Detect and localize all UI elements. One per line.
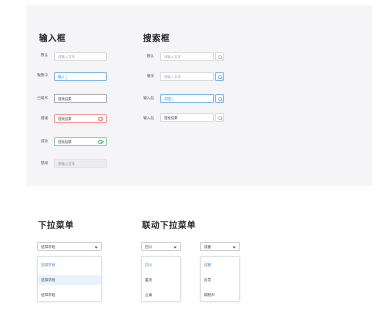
province-option[interactable]: 四川 (142, 260, 180, 270)
cascade-section-title: 联动下拉菜单 (142, 221, 197, 231)
search-label-typing: 输入后 (143, 96, 154, 100)
city-dropdown-value: 成都 (204, 245, 212, 249)
search-label-result: 输入后 (143, 116, 154, 120)
province-dropdown-menu: 四川 重庆 云南 (141, 256, 181, 302)
city-option[interactable]: 自贡 (201, 275, 239, 285)
search-button-hover[interactable] (215, 72, 224, 81)
input-success-text: 搜索结果 (58, 140, 72, 144)
search-icon (218, 75, 223, 80)
input-focus[interactable]: 输入 | (54, 72, 107, 81)
input-filled[interactable]: 搜索结果 (54, 94, 107, 103)
search-icon (218, 116, 223, 121)
input-disabled: 禁输入文本 (54, 159, 107, 168)
error-icon (98, 116, 103, 122)
input-label-error: 错误 (40, 116, 48, 120)
search-section-title: 搜索框 (143, 34, 171, 44)
province-option[interactable]: 云南 (142, 290, 180, 300)
province-dropdown-value: 四川 (145, 245, 153, 249)
search-label-hover: 悬浮 (146, 74, 154, 78)
search-button-result[interactable] (215, 113, 224, 122)
province-dropdown[interactable]: 四川 (141, 242, 181, 251)
search-button-default[interactable] (215, 52, 224, 61)
city-option[interactable]: 成都 (201, 260, 239, 270)
city-dropdown-menu: 成都 自贡 绵阳市 (200, 256, 240, 302)
search-input-hover[interactable]: 请输入文本 (160, 72, 214, 81)
chevron-down-icon (173, 245, 177, 249)
input-label-disabled: 禁用 (40, 161, 48, 165)
city-option[interactable]: 绵阳市 (201, 290, 239, 300)
input-label-default: 默认 (40, 53, 48, 57)
city-dropdown[interactable]: 成都 (200, 242, 240, 251)
input-label-filled: 已填写 (37, 96, 48, 100)
input-success[interactable]: 搜索结果 (54, 137, 107, 146)
search-input-default[interactable]: 请输入文本 (160, 52, 214, 61)
input-error[interactable]: 搜索结果 (54, 114, 107, 123)
dropdown-section-title: 下拉菜单 (38, 221, 75, 231)
search-input-typing[interactable]: 中国 | (160, 94, 214, 103)
chevron-down-icon (232, 245, 236, 249)
input-label-success: 成功 (40, 139, 48, 143)
grade-option[interactable]: 选择学段 (38, 260, 101, 270)
search-button-typing[interactable] (215, 94, 224, 103)
grade-option[interactable]: 选择学段 (38, 290, 101, 300)
search-label-default: 默认 (146, 54, 154, 58)
check-icon (98, 139, 103, 145)
search-input-result[interactable]: 搜索结果 (160, 113, 214, 122)
grade-option[interactable]: 选择学段 (38, 275, 101, 285)
chevron-down-icon (94, 245, 98, 249)
search-icon (218, 97, 223, 102)
input-section-title: 输入框 (39, 34, 67, 44)
grade-dropdown[interactable]: 选择学段 (37, 242, 102, 251)
search-icon (218, 55, 223, 60)
input-error-text: 搜索结果 (58, 117, 72, 121)
province-option[interactable]: 重庆 (142, 275, 180, 285)
input-label-focus: 聚焦中 (37, 73, 48, 77)
input-default[interactable]: 请输入文本 (54, 52, 107, 61)
grade-dropdown-menu: 选择学段 选择学段 选择学段 (37, 256, 102, 302)
grade-dropdown-value: 选择学段 (41, 245, 56, 249)
